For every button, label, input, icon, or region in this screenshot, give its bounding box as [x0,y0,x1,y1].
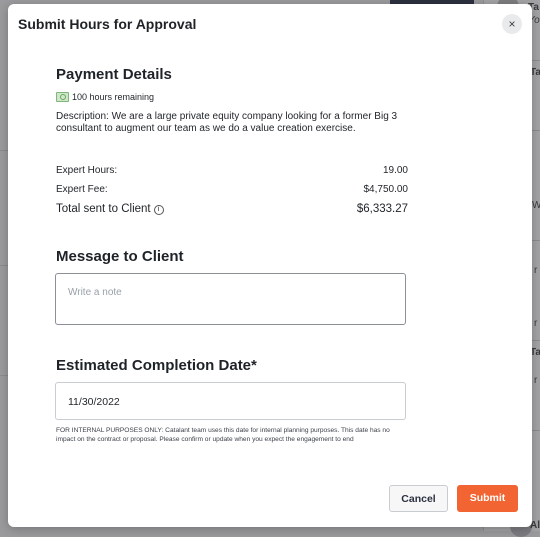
background-text: r [534,375,538,386]
expert-hours-label: Expert Hours: [56,165,118,176]
submit-button[interactable]: Submit [457,485,518,512]
completion-date-input[interactable]: 11/30/2022 [55,382,406,420]
expert-hours-row: Expert Hours: 19.00 [56,165,408,176]
hours-remaining: 100 hours remaining [56,92,154,102]
message-textarea[interactable]: Write a note [55,273,406,325]
project-description: Description: We are a large private equi… [56,111,398,134]
total-value: $6,333.27 [356,203,408,215]
submit-hours-modal: Submit Hours for Approval × Payment Deta… [8,4,532,527]
background-text: r [534,318,538,329]
money-icon [56,92,69,102]
total-label-group: Total sent to Client i [56,203,164,215]
background-divider [0,265,8,266]
completion-date-heading: Estimated Completion Date* [56,357,257,374]
background-divider [0,375,8,376]
payment-details-heading: Payment Details [56,66,172,83]
message-heading: Message to Client [56,248,184,265]
close-icon[interactable]: × [502,14,522,34]
total-label: Total sent to Client [56,203,151,215]
modal-title: Submit Hours for Approval [18,16,197,32]
internal-purposes-note: FOR INTERNAL PURPOSES ONLY: Catalant tea… [56,427,390,443]
expert-fee-label: Expert Fee: [56,184,108,195]
expert-hours-value: 19.00 [382,165,408,176]
hours-remaining-text: 100 hours remaining [72,92,155,102]
cancel-button[interactable]: Cancel [389,485,448,512]
background-divider [0,150,8,151]
background-text: W [532,200,540,211]
expert-fee-value: $4,750.00 [363,184,409,195]
background-text: r [534,265,538,276]
expert-fee-row: Expert Fee: $4,750.00 [56,184,408,195]
total-row: Total sent to Client i $6,333.27 [56,203,408,215]
info-icon[interactable]: i [153,205,164,215]
